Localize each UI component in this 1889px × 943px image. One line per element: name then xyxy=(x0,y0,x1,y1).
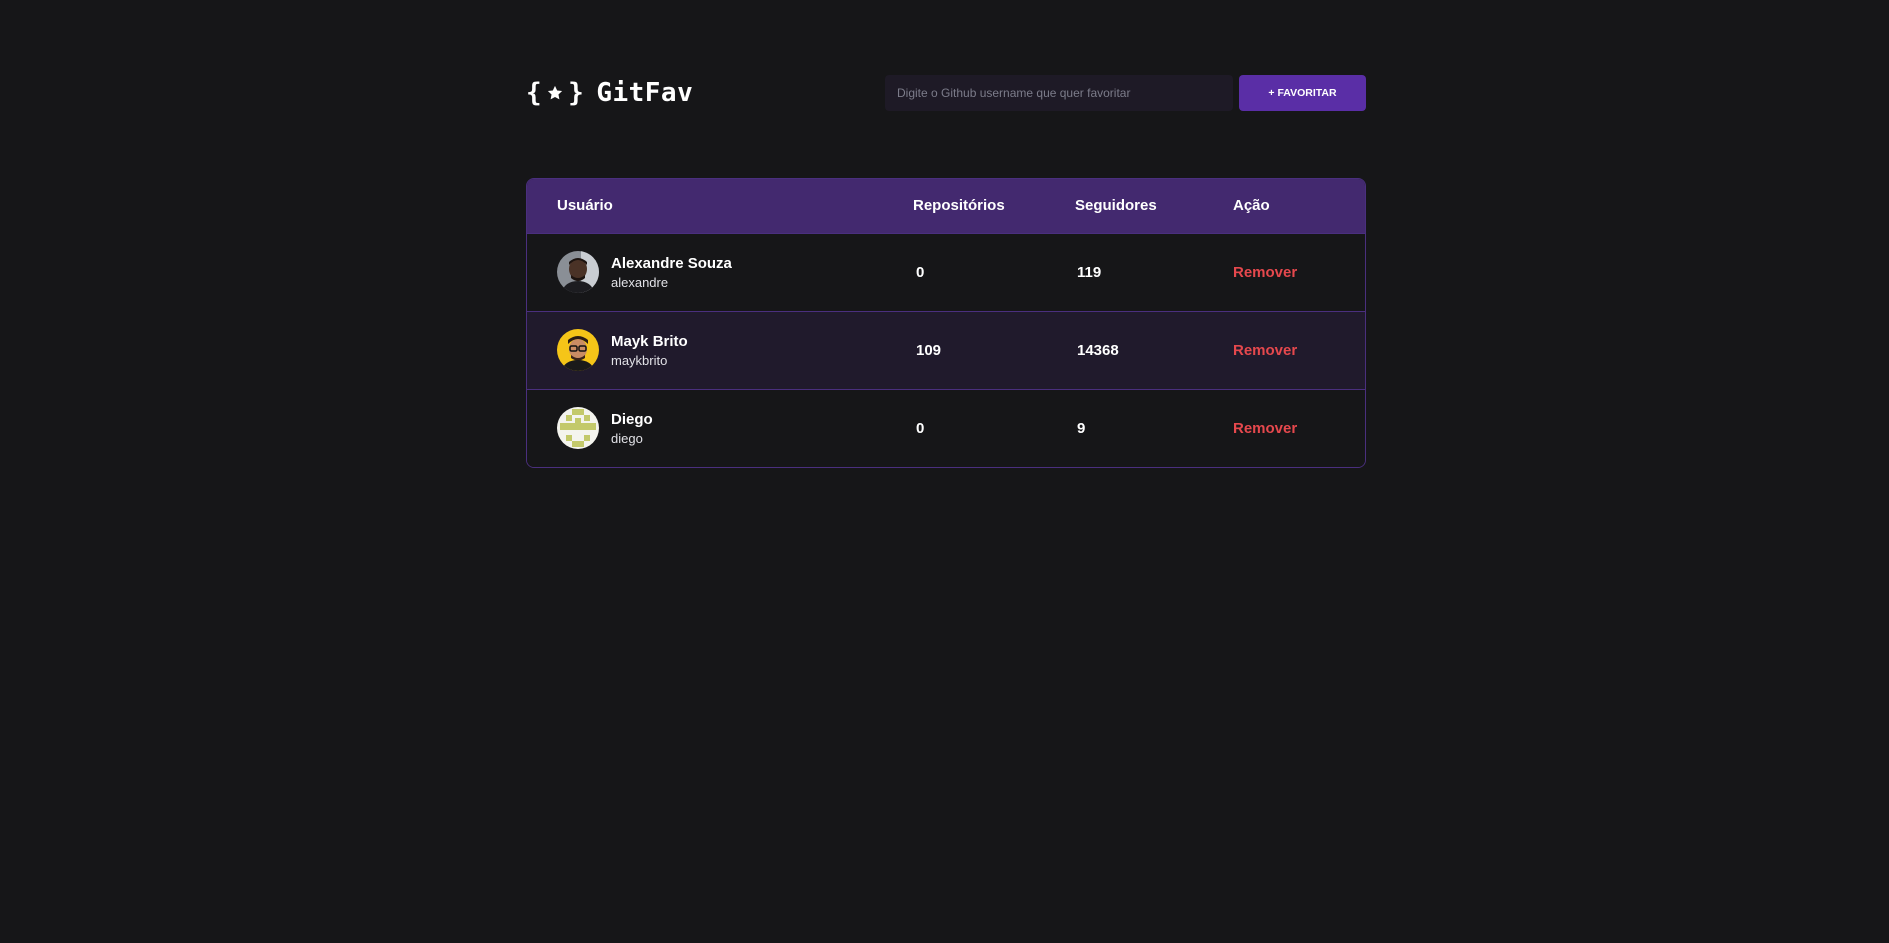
table-row: Diego diego 0 9 Remover xyxy=(527,389,1365,467)
user-name: Mayk Brito xyxy=(611,332,688,350)
user-login: alexandre xyxy=(611,274,669,290)
logo: { } GitFav xyxy=(526,78,693,108)
followers-count: 119 xyxy=(1077,263,1102,281)
remove-button[interactable]: Remover xyxy=(1233,264,1297,281)
repos-count: 0 xyxy=(916,419,925,437)
user-name: Diego xyxy=(611,410,653,428)
table-row: Mayk Brito maykbrito 109 14368 Remover xyxy=(527,311,1365,389)
user-cell: Alexandre Souza alexandre xyxy=(557,251,913,293)
avatar[interactable] xyxy=(557,251,599,293)
avatar[interactable] xyxy=(557,407,599,450)
logo-right-brace: } xyxy=(568,78,585,108)
top-bar: { } GitFav + Favoritar xyxy=(526,75,1366,111)
star-icon xyxy=(546,84,564,102)
user-cell: Diego diego xyxy=(557,407,913,450)
logo-text: GitFav xyxy=(596,78,694,108)
user-name: Alexandre Souza xyxy=(611,254,732,272)
app-container: { } GitFav + Favoritar Usuário Repositór… xyxy=(526,75,1366,468)
remove-button[interactable]: Remover xyxy=(1233,342,1297,359)
column-header-repos: Repositórios xyxy=(913,197,1005,215)
logo-left-brace: { xyxy=(526,78,543,108)
search-bar: + Favoritar xyxy=(885,75,1366,111)
remove-button[interactable]: Remover xyxy=(1233,420,1297,437)
user-cell: Mayk Brito maykbrito xyxy=(557,329,913,371)
column-header-user: Usuário xyxy=(557,197,613,215)
followers-count: 9 xyxy=(1077,419,1086,437)
table-row: Alexandre Souza alexandre 0 119 Remover xyxy=(527,233,1365,311)
user-login: diego xyxy=(611,430,643,446)
user-login: maykbrito xyxy=(611,352,668,368)
repos-count: 109 xyxy=(916,341,942,359)
repos-count: 0 xyxy=(916,263,925,281)
favorites-table: Usuário Repositórios Seguidores Ação Ale… xyxy=(526,178,1366,468)
column-header-action: Ação xyxy=(1233,197,1270,215)
avatar[interactable] xyxy=(557,329,599,371)
column-header-followers: Seguidores xyxy=(1075,197,1157,215)
followers-count: 14368 xyxy=(1077,341,1119,359)
username-input[interactable] xyxy=(885,75,1233,111)
favorite-button[interactable]: + Favoritar xyxy=(1239,75,1366,111)
table-header-row: Usuário Repositórios Seguidores Ação xyxy=(527,179,1365,233)
